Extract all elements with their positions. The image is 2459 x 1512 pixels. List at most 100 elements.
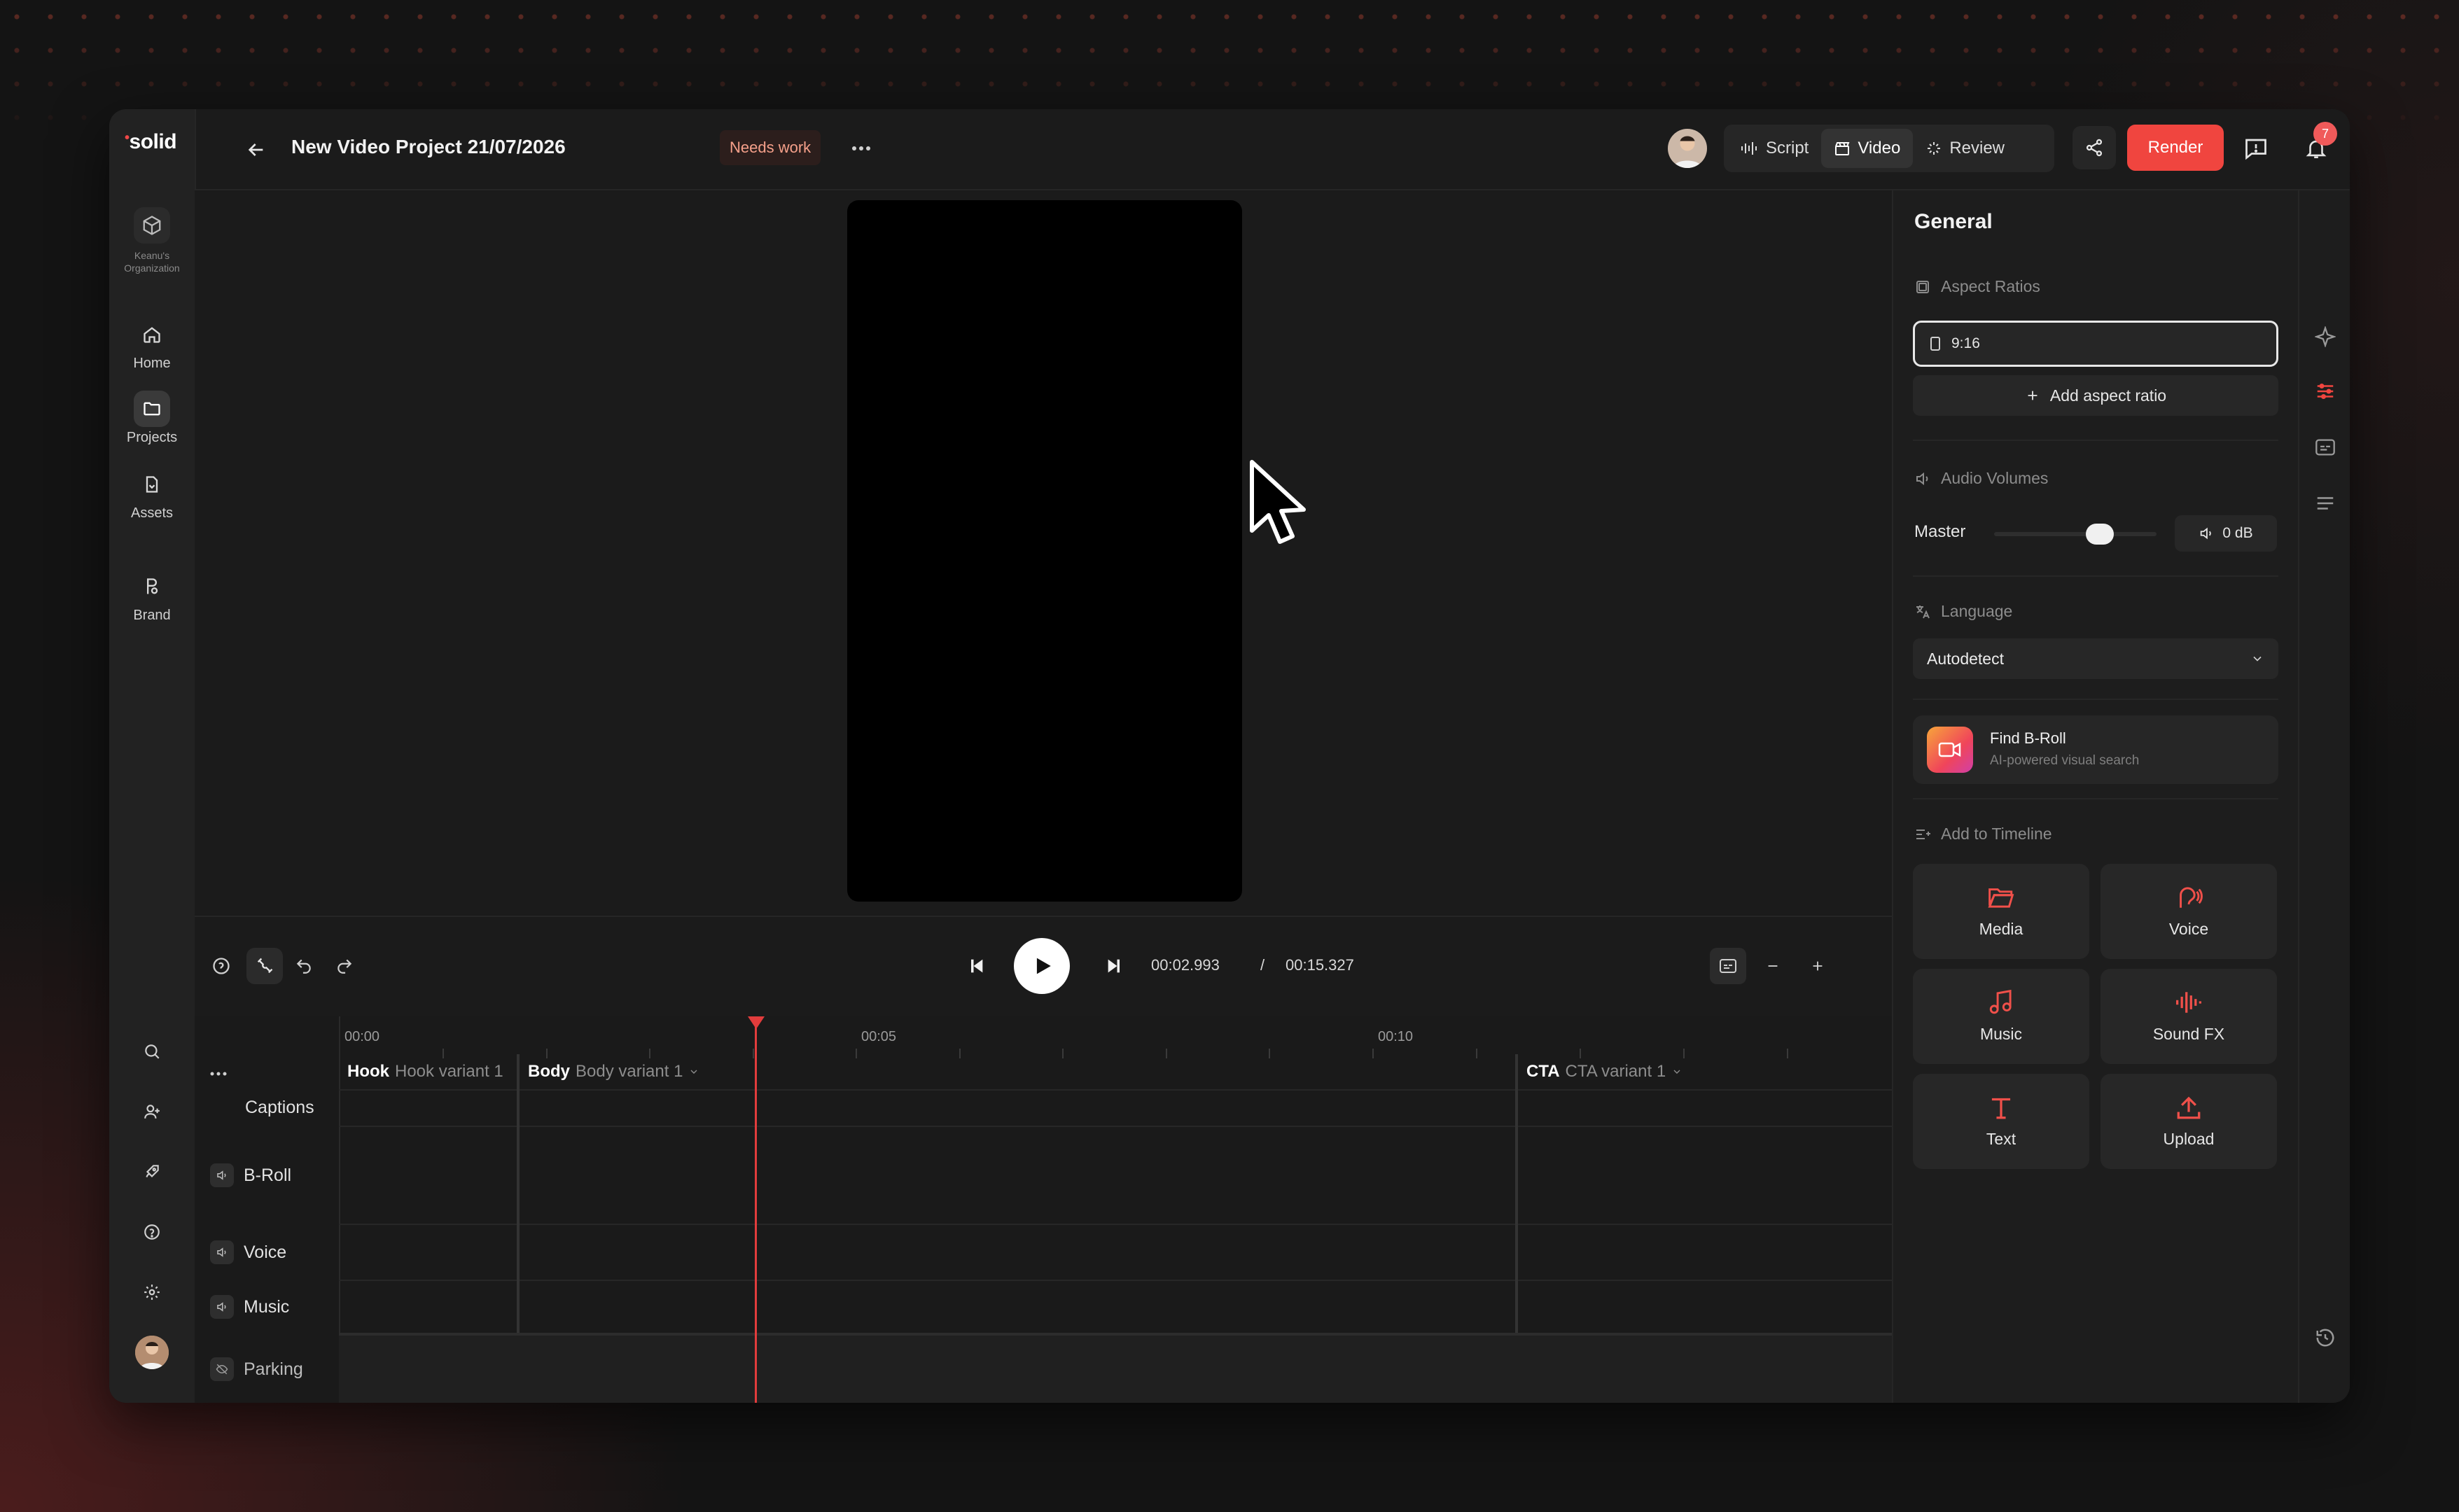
general-settings-tab[interactable] — [2309, 375, 2341, 407]
add-media-button[interactable]: Media — [1913, 864, 2089, 959]
search-button[interactable] — [134, 1033, 170, 1070]
nav-label-brand: Brand — [133, 608, 171, 623]
nav-item-brand[interactable]: Brand — [109, 568, 195, 624]
add-aspect-ratio-label: Add aspect ratio — [2049, 386, 2167, 405]
track-visibility-button[interactable] — [210, 1357, 234, 1381]
track-name: Parking — [244, 1359, 303, 1379]
skip-back-button[interactable] — [958, 948, 994, 984]
magnet-icon — [257, 958, 273, 974]
segment-body[interactable]: Body Body variant 1 — [528, 1054, 699, 1089]
play-button[interactable] — [1014, 938, 1070, 994]
redo-button[interactable] — [326, 948, 363, 984]
aspect-ratio-item[interactable]: 9:16 — [1913, 321, 2278, 367]
total-duration: 00:15.327 — [1286, 956, 1354, 974]
master-volume-thumb[interactable] — [2085, 524, 2114, 545]
phone-icon — [1930, 337, 1940, 351]
find-broll-card[interactable]: Find B-Roll AI-powered visual search — [1913, 715, 2278, 784]
language-heading: Language — [1914, 602, 2012, 621]
invite-user-button[interactable] — [134, 1093, 170, 1130]
tab-review[interactable]: Review — [1913, 129, 2017, 168]
segment-variant: Body variant 1 — [576, 1062, 683, 1081]
gear-icon — [144, 1284, 160, 1300]
back-button[interactable] — [241, 134, 272, 165]
file-icon — [134, 466, 170, 503]
video-canvas[interactable] — [847, 200, 1242, 902]
add-text-button[interactable]: Text — [1913, 1074, 2089, 1169]
feedback-button[interactable] — [2236, 129, 2276, 168]
track-label-voice: Voice — [195, 1225, 339, 1280]
add-music-button[interactable]: Music — [1913, 969, 2089, 1064]
add-aspect-ratio-button[interactable]: Add aspect ratio — [1913, 375, 2278, 416]
segment-divider[interactable] — [1515, 1054, 1518, 1333]
text-settings-tab[interactable] — [2309, 487, 2341, 519]
app-logo[interactable]: •solid — [125, 130, 177, 154]
add-to-timeline-heading: Add to Timeline — [1914, 825, 2052, 844]
row-divider — [339, 1224, 1892, 1225]
track-mute-button[interactable] — [210, 1240, 234, 1264]
help-icon — [213, 958, 230, 974]
timeline-zoom-in-button[interactable] — [1799, 948, 1836, 984]
aspect-ratios-label: Aspect Ratios — [1941, 277, 2040, 295]
settings-button[interactable] — [134, 1274, 170, 1310]
mode-switcher: Script Video Review — [1724, 125, 2054, 172]
speaker-icon — [217, 1170, 226, 1180]
nav-item-home[interactable]: Home — [109, 316, 195, 372]
more-options-button[interactable] — [846, 133, 877, 164]
undo-button[interactable] — [286, 948, 322, 984]
tile-label: Voice — [2168, 919, 2209, 938]
speaker-icon — [1916, 472, 1928, 485]
share-button[interactable] — [2073, 126, 2116, 169]
captions-settings-tab[interactable] — [2309, 431, 2341, 463]
language-value: Autodetect — [1927, 649, 2004, 668]
logo-text: solid — [129, 130, 177, 153]
segment-cta[interactable]: CTA CTA variant 1 — [1526, 1054, 1683, 1089]
sliders-icon — [2317, 383, 2334, 400]
collaborator-avatar[interactable] — [1668, 129, 1707, 168]
track-mute-button[interactable] — [210, 1295, 234, 1319]
timeline-zoom-out-button[interactable] — [1755, 948, 1791, 984]
tile-label: Music — [1979, 1024, 2023, 1043]
ruler-tick — [959, 1049, 961, 1058]
timeline-more-button[interactable] — [195, 1058, 339, 1089]
translate-icon — [1916, 605, 1930, 618]
time-ruler[interactable]: 00:00 00:05 00:10 — [339, 1016, 1892, 1058]
add-voice-button[interactable]: Voice — [2101, 864, 2277, 959]
captions-icon — [2315, 439, 2335, 456]
captions-icon — [1720, 959, 1736, 973]
track-mute-button[interactable] — [210, 1163, 234, 1187]
help-button[interactable] — [134, 1214, 170, 1250]
playhead[interactable] — [755, 1016, 757, 1403]
nav-item-projects[interactable]: Projects — [109, 391, 195, 446]
master-volume-slider[interactable] — [1994, 532, 2157, 536]
add-sound-fx-button[interactable]: Sound FX — [2101, 969, 2277, 1064]
playhead-handle[interactable] — [748, 1016, 765, 1029]
segment-divider[interactable] — [517, 1054, 520, 1333]
project-title[interactable]: New Video Project 21/07/2026 — [291, 136, 566, 158]
minus-icon — [1768, 965, 1778, 967]
launch-button[interactable] — [134, 1154, 170, 1190]
user-avatar[interactable] — [135, 1336, 169, 1369]
master-db-button[interactable]: 0 dB — [2175, 515, 2277, 552]
tab-script[interactable]: Script — [1728, 129, 1821, 168]
language-select[interactable]: Autodetect — [1913, 638, 2278, 679]
parking-track[interactable] — [339, 1333, 1892, 1403]
ai-assistant-button[interactable] — [2309, 321, 2341, 353]
list-add-icon — [1916, 829, 1930, 839]
magnet-snap-button[interactable] — [246, 948, 283, 984]
tab-video-label: Video — [1858, 139, 1901, 158]
upload-button[interactable]: Upload — [2101, 1074, 2277, 1169]
track-label-captions: Captions — [195, 1089, 339, 1126]
status-badge[interactable]: Needs work — [720, 130, 821, 165]
nav-item-assets[interactable]: Assets — [109, 466, 195, 522]
language-label: Language — [1941, 602, 2013, 620]
org-switcher[interactable]: Keanu's Organization — [109, 207, 195, 274]
shortcuts-help-button[interactable] — [203, 948, 239, 984]
skip-forward-button[interactable] — [1096, 948, 1133, 984]
track-labels: Captions B-Roll Voice Music Parking — [195, 1016, 340, 1403]
segment-hook[interactable]: Hook Hook variant 1 — [347, 1054, 503, 1089]
mouse-cursor-icon — [1250, 460, 1306, 544]
history-button[interactable] — [2309, 1322, 2341, 1354]
tab-video[interactable]: Video — [1821, 129, 1914, 168]
captions-toggle-button[interactable] — [1710, 948, 1746, 984]
render-button[interactable]: Render — [2127, 125, 2224, 171]
